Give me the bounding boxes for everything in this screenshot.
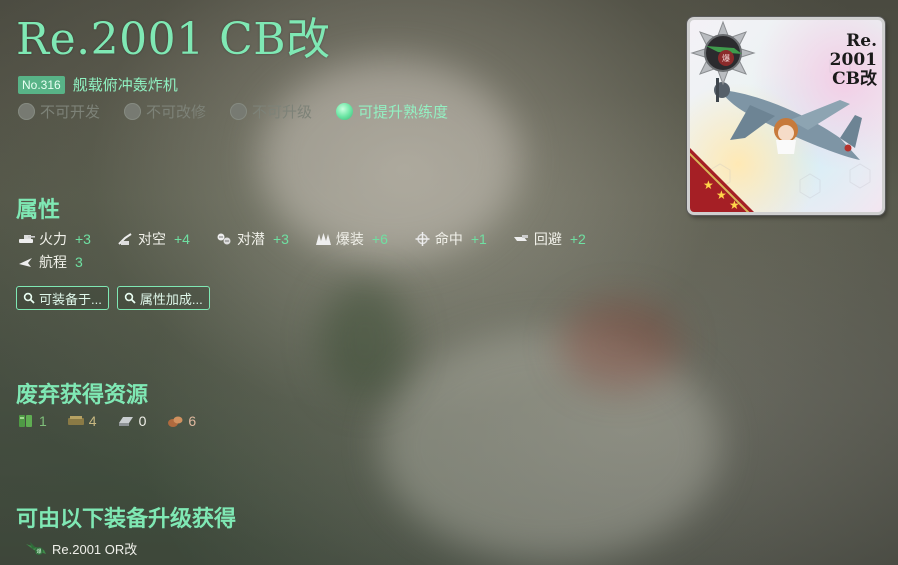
scrap-resources: 1 4 0 6: [17, 413, 216, 429]
equipment-type: 舰载俯冲轰炸机: [72, 77, 178, 94]
stat-label: 回避: [533, 230, 562, 247]
background-blur: [380, 330, 720, 560]
stat-value: +3: [75, 230, 91, 247]
svg-text:爆: 爆: [36, 548, 41, 555]
card-label-line: CB改: [832, 69, 877, 89]
flag-proficiency: 可提升熟练度: [336, 101, 448, 122]
flag-label: 可提升熟练度: [358, 104, 449, 121]
star-icon: ★: [703, 178, 714, 192]
flag-not-improvable: 不可改修: [124, 101, 206, 122]
stat-anti-submarine: 对潜 +3: [216, 229, 289, 249]
resource-bauxite: 6: [166, 413, 196, 429]
dive-bomber-icon: 爆: [26, 542, 46, 555]
equipment-number-badge: No.316: [18, 75, 65, 94]
type-emblem-icon: 爆: [690, 20, 756, 86]
flag-not-upgradable: 不可升级: [230, 101, 312, 122]
resource-value: 6: [188, 413, 197, 429]
flag-not-developable: 不可开发: [18, 101, 100, 122]
stat-dive-bombing: 爆装 +6: [315, 229, 388, 249]
status-dot-icon: [18, 103, 35, 120]
bauxite-icon: [168, 416, 183, 427]
equipment-subline: No.316 舰载俯冲轰炸机: [18, 74, 178, 95]
stat-value: +2: [569, 230, 586, 247]
resource-ammo: 4: [67, 413, 97, 429]
equipment-card-image: 爆 Re. 2001 CB改 ★ ★ ★: [687, 17, 885, 215]
star-icon: ★: [716, 188, 727, 202]
stat-label: 对空: [137, 230, 166, 247]
stats-grid: 火力 +3 对空 +4 对潜 +3 爆装 +6 命中 +1 回避 +2 航程 3: [18, 227, 638, 273]
stat-anti-air: 对空 +4: [117, 229, 190, 249]
equipment-title: Re.2001 CB改: [16, 14, 331, 65]
card-label-line: Re.: [846, 31, 877, 51]
search-icon: [124, 292, 136, 304]
evasion-icon: [513, 234, 528, 241]
stat-value: +4: [173, 230, 190, 247]
background-blur: [320, 280, 410, 400]
range-icon: [19, 257, 32, 267]
fuel-icon: [19, 415, 32, 427]
stat-label: 对潜: [236, 230, 265, 247]
equipment-flags: 不可开发 不可改修 不可升级 可提升熟练度: [18, 101, 472, 122]
card-label-line: 2001: [829, 50, 877, 70]
accuracy-icon: [415, 231, 430, 246]
stat-value: +6: [371, 230, 388, 247]
card-label: Re. 2001 CB改: [830, 32, 877, 89]
status-dot-icon: [336, 103, 354, 120]
search-icon: [23, 292, 35, 304]
status-dot-icon: [124, 103, 142, 120]
stat-value: +3: [272, 230, 289, 247]
scrap-section-title: 废弃获得资源: [16, 382, 149, 408]
stat-bonus-button[interactable]: 属性加成...: [116, 286, 210, 310]
upgrade-source-link[interactable]: 爆 Re.2001 OR改: [24, 538, 137, 558]
steel-icon: [118, 417, 133, 426]
stat-value: 3: [75, 253, 83, 270]
resource-value: 0: [138, 413, 147, 429]
firepower-icon: [19, 234, 35, 243]
stat-accuracy: 命中 +1: [414, 229, 487, 249]
stat-label: 火力: [39, 230, 67, 247]
upgrade-source-name: Re.2001 OR改: [52, 541, 138, 557]
button-label: 可装备于...: [39, 291, 102, 307]
flag-label: 不可改修: [146, 104, 207, 121]
stat-value: +1: [470, 230, 487, 247]
button-label: 属性加成...: [139, 291, 203, 307]
resource-steel: 0: [117, 413, 147, 429]
resource-fuel: 1: [17, 413, 47, 429]
resource-value: 4: [88, 413, 97, 429]
stat-firepower: 火力 +3: [18, 229, 91, 249]
stat-row: 火力 +3 对空 +4 对潜 +3 爆装 +6 命中 +1 回避 +2: [18, 227, 638, 250]
stat-label: 命中: [434, 230, 463, 247]
emblem-text: 爆: [722, 53, 730, 63]
background-blur: [560, 300, 680, 390]
ammo-icon: [67, 416, 84, 425]
flag-label: 不可升级: [252, 104, 313, 121]
star-icon: ★: [729, 198, 740, 212]
stat-row: 航程 3: [18, 250, 638, 273]
status-dot-icon: [230, 103, 248, 120]
flag-label: 不可开发: [40, 104, 101, 121]
stats-buttons: 可装备于... 属性加成...: [16, 286, 210, 310]
stat-label: 航程: [39, 253, 67, 270]
upgrade-section-title: 可由以下装备升级获得: [16, 506, 237, 532]
stat-range: 航程 3: [18, 252, 83, 272]
equippable-by-button[interactable]: 可装备于...: [16, 286, 109, 310]
anti-air-icon: [118, 232, 132, 245]
stat-evasion: 回避 +2: [513, 229, 586, 249]
stats-section-title: 属性: [16, 197, 61, 223]
rarity-ribbon: ★ ★ ★: [690, 148, 754, 212]
anti-submarine-icon: [217, 233, 231, 244]
resource-value: 1: [39, 413, 47, 429]
stat-label: 爆装: [335, 230, 364, 247]
dive-bombing-icon: [315, 232, 331, 245]
